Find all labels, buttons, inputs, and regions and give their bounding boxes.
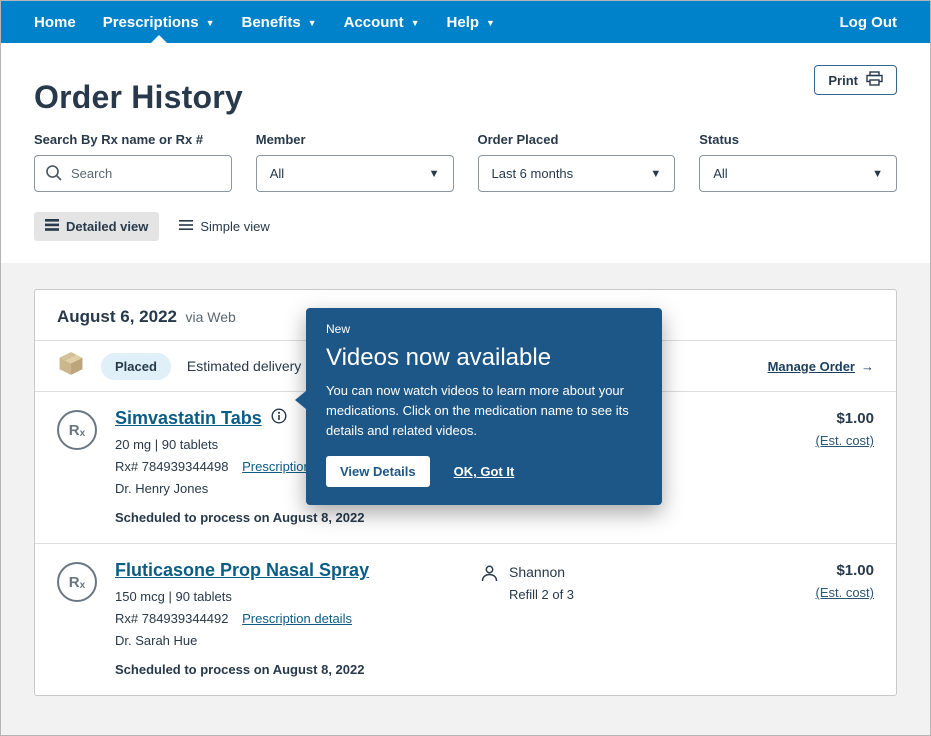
status-select-value: All — [713, 166, 727, 181]
member-select[interactable]: All ▼ — [256, 155, 454, 192]
view-toggle-row: Detailed view Simple view — [34, 212, 897, 241]
item-price: $1.00 — [815, 410, 874, 427]
nav-item-account-label: Account — [344, 14, 404, 31]
member-name: Shannon — [509, 564, 574, 580]
medication-link[interactable]: Simvastatin Tabs — [115, 408, 262, 429]
search-label: Search By Rx name or Rx # — [34, 132, 232, 147]
detailed-view-label: Detailed view — [66, 219, 148, 234]
nav-links: Home Prescriptions ▼ Benefits ▼ Account … — [34, 14, 495, 31]
filter-search: Search By Rx name or Rx # — [34, 132, 232, 192]
chevron-down-icon: ▼ — [486, 18, 495, 28]
search-input[interactable] — [34, 155, 232, 192]
prescriber: Dr. Sarah Hue — [115, 633, 480, 648]
popup-body-text: You can now watch videos to learn more a… — [326, 381, 642, 441]
ok-got-it-link[interactable]: OK, Got It — [454, 464, 515, 479]
order-placed-select-value: Last 6 months — [492, 166, 574, 181]
rx-icon: Rx — [57, 562, 97, 602]
person-icon — [480, 564, 499, 677]
est-cost-link[interactable]: (Est. cost) — [815, 585, 874, 600]
chevron-down-icon: ▼ — [872, 168, 883, 180]
rx-icon-col: Rx — [57, 408, 115, 525]
order-history-page: Home Prescriptions ▼ Benefits ▼ Account … — [0, 0, 931, 736]
member-col: Shannon Refill 2 of 3 — [480, 560, 650, 677]
filter-member: Member All ▼ — [256, 132, 454, 192]
chevron-down-icon: ▼ — [650, 168, 661, 180]
nav-item-benefits-label: Benefits — [241, 14, 300, 31]
simple-view-label: Simple view — [200, 219, 269, 234]
refill-count: Refill 2 of 3 — [509, 587, 574, 602]
nav-item-home-label: Home — [34, 14, 76, 31]
search-icon — [45, 164, 63, 187]
order-channel: via Web — [185, 309, 235, 325]
manage-order-label: Manage Order — [768, 359, 855, 374]
info-icon[interactable] — [271, 408, 287, 429]
rx-icon-col: Rx — [57, 560, 115, 677]
printer-icon — [866, 71, 883, 89]
detailed-view-toggle[interactable]: Detailed view — [34, 212, 159, 241]
nav-item-help[interactable]: Help ▼ — [447, 14, 495, 31]
nav-item-benefits[interactable]: Benefits ▼ — [241, 14, 316, 31]
print-button-label: Print — [828, 73, 858, 88]
nav-item-home[interactable]: Home — [34, 14, 76, 31]
estimated-delivery-text: Estimated delivery — [187, 358, 301, 374]
nav-item-prescriptions[interactable]: Prescriptions ▼ — [103, 14, 215, 31]
est-cost-link[interactable]: (Est. cost) — [815, 433, 874, 448]
nav-item-account[interactable]: Account ▼ — [344, 14, 420, 31]
arrow-right-icon: → — [861, 359, 874, 374]
rx-icon: Rx — [57, 410, 97, 450]
member-select-value: All — [270, 166, 284, 181]
order-item-row: Rx Fluticasone Prop Nasal Spray 150 mcg … — [35, 544, 896, 695]
rx-number: Rx# 784939344498 — [115, 459, 229, 474]
popup-title: Videos now available — [326, 344, 642, 372]
order-date: August 6, 2022 — [57, 307, 177, 326]
page-header-section: Order History Print Search By Rx name or… — [1, 43, 930, 263]
print-button[interactable]: Print — [814, 65, 897, 95]
chevron-down-icon: ▼ — [411, 18, 420, 28]
top-nav: Home Prescriptions ▼ Benefits ▼ Account … — [1, 1, 930, 43]
order-placed-label: Order Placed — [478, 132, 676, 147]
view-details-button[interactable]: View Details — [326, 456, 430, 487]
scheduled-text: Scheduled to process on August 8, 2022 — [115, 662, 480, 677]
status-label: Status — [699, 132, 897, 147]
nav-item-help-label: Help — [447, 14, 480, 31]
item-price: $1.00 — [815, 562, 874, 579]
simple-view-toggle[interactable]: Simple view — [179, 219, 269, 234]
member-label: Member — [256, 132, 454, 147]
medication-link[interactable]: Fluticasone Prop Nasal Spray — [115, 560, 369, 581]
popup-arrow — [295, 391, 306, 409]
filters-row: Search By Rx name or Rx # Member All ▼ O… — [34, 132, 897, 192]
chevron-down-icon: ▼ — [429, 168, 440, 180]
scheduled-text: Scheduled to process on August 8, 2022 — [115, 510, 480, 525]
prescription-details-link[interactable]: Prescription details — [242, 611, 352, 626]
simple-view-icon — [179, 219, 193, 234]
rx-number: Rx# 784939344492 — [115, 611, 229, 626]
detailed-view-icon — [45, 219, 59, 234]
order-placed-select[interactable]: Last 6 months ▼ — [478, 155, 676, 192]
chevron-down-icon: ▼ — [308, 18, 317, 28]
package-icon — [57, 350, 85, 382]
logout-button[interactable]: Log Out — [840, 14, 897, 31]
chevron-down-icon: ▼ — [206, 18, 215, 28]
popup-new-tag: New — [326, 322, 642, 336]
manage-order-link[interactable]: Manage Order → — [768, 359, 874, 374]
active-nav-notch — [151, 35, 167, 43]
nav-item-prescriptions-label: Prescriptions — [103, 14, 199, 31]
status-select[interactable]: All ▼ — [699, 155, 897, 192]
status-badge: Placed — [101, 353, 171, 380]
filter-order-placed: Order Placed Last 6 months ▼ — [478, 132, 676, 192]
dose-quantity: 150 mcg | 90 tablets — [115, 589, 480, 604]
filter-status: Status All ▼ — [699, 132, 897, 192]
page-title: Order History — [34, 79, 243, 116]
videos-popup: New Videos now available You can now wat… — [306, 308, 662, 505]
